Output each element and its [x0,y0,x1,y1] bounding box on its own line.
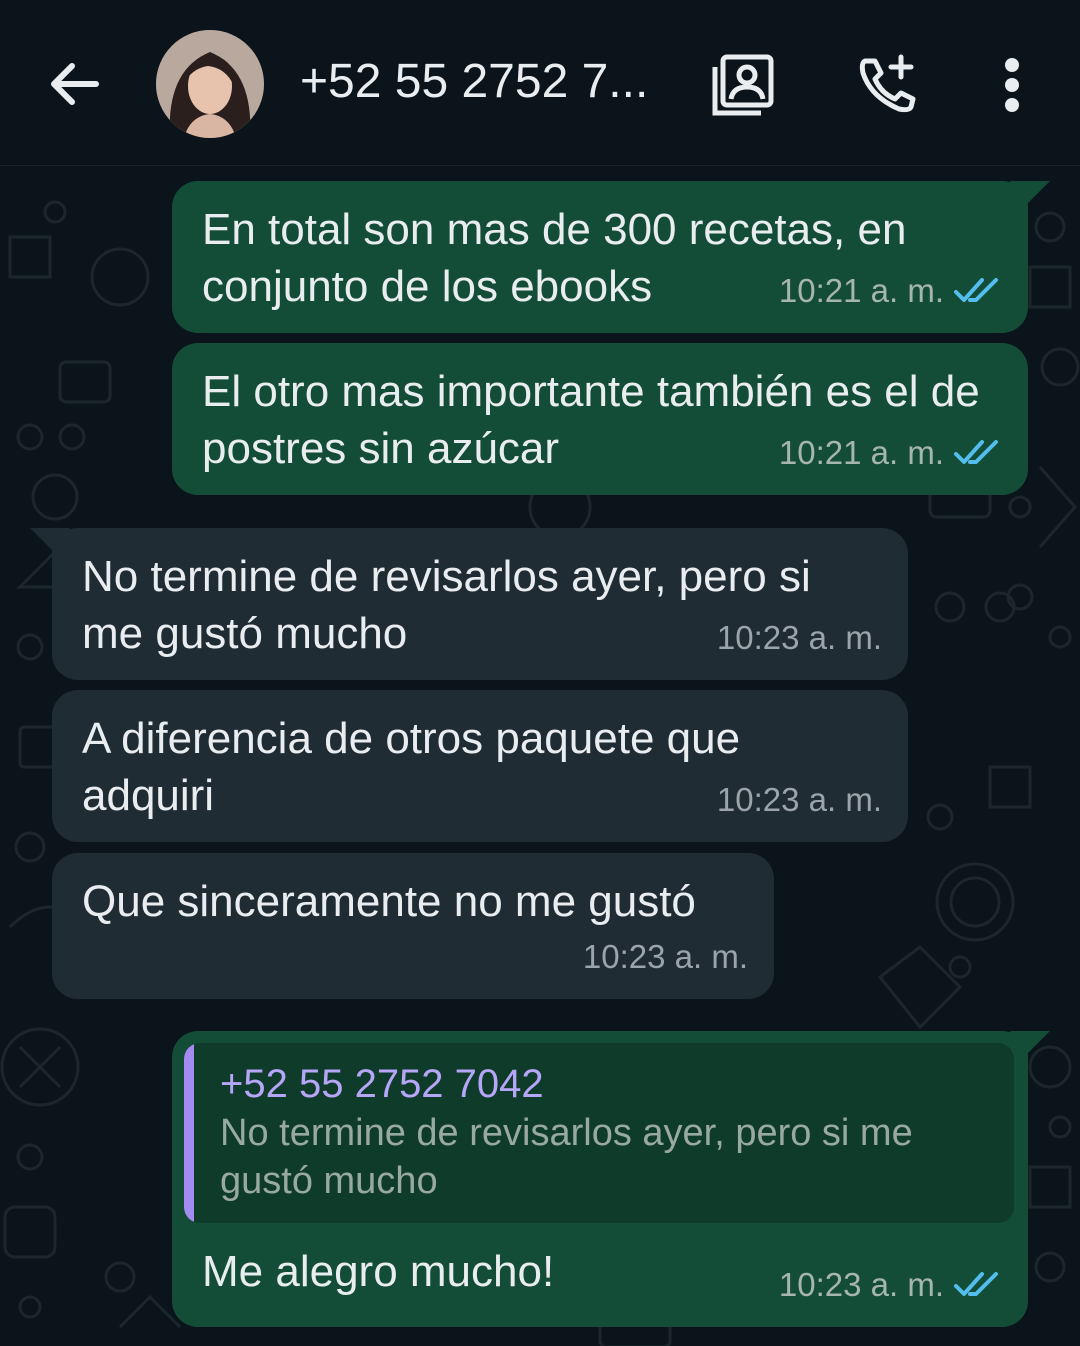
message-list[interactable]: En total son mas de 300 recetas, en conj… [0,167,1080,1346]
chat-header: +52 55 2752 7... [0,0,1080,166]
double-check-read-icon [954,277,998,302]
contact-avatar[interactable] [156,30,264,138]
message-time: 10:23 a. m. [716,619,882,656]
double-check-read-icon [954,439,998,464]
message-meta: 10:23 a. m. [717,771,882,828]
message-outgoing-reply[interactable]: +52 55 2752 7042 No termine de revisarlo… [172,1031,1050,1327]
message-time: 10:23 a. m. [778,1266,944,1303]
message-incoming[interactable]: A diferencia de otros paquete que adquir… [52,690,908,842]
message-meta: 10:23 a. m. [717,609,882,666]
contact-card-button[interactable] [708,50,778,120]
arrow-left-icon [51,63,99,105]
chat-screen: +52 55 2752 7... En total son mas de 300… [0,0,1080,1346]
more-vert-icon [1005,58,1019,112]
contact-card-icon [712,54,774,116]
message-meta: 10:21 a. m. [779,424,1002,481]
quoted-author: +52 55 2752 7042 [220,1062,544,1106]
add-call-button[interactable] [852,50,922,120]
double-check-read-icon [954,1271,998,1296]
bubble-tail [1010,181,1050,211]
contact-name[interactable]: +52 55 2752 7... [300,54,670,109]
bubble-tail [1010,1031,1050,1061]
quoted-message[interactable]: +52 55 2752 7042 No termine de revisarlo… [184,1043,1014,1223]
message-outgoing[interactable]: En total son mas de 300 recetas, en conj… [172,181,1050,333]
add-call-icon [859,54,916,113]
message-time: 10:23 a. m. [582,938,748,975]
message-outgoing[interactable]: El otro mas importante también es el de … [172,343,1028,495]
message-meta: 10:23 a. m. [779,1256,1002,1313]
message-meta: 10:21 a. m. [779,262,1002,319]
quoted-text: No termine de revisarlos ayer, pero si m… [220,1112,913,1202]
message-time: 10:21 a. m. [778,434,944,471]
back-button[interactable] [42,52,106,116]
message-text: Que sinceramente no me gustó [82,877,696,926]
message-time: 10:23 a. m. [716,781,882,818]
message-incoming[interactable]: No termine de revisarlos ayer, pero si m… [30,528,908,680]
quote-accent-bar [184,1043,194,1223]
message-time: 10:21 a. m. [778,272,944,309]
menu-button[interactable] [980,50,1044,120]
bubble-tail [30,528,70,558]
message-meta: 10:23 a. m. [583,928,748,985]
message-incoming[interactable]: Que sinceramente no me gustó 10:23 a. m. [52,853,774,999]
